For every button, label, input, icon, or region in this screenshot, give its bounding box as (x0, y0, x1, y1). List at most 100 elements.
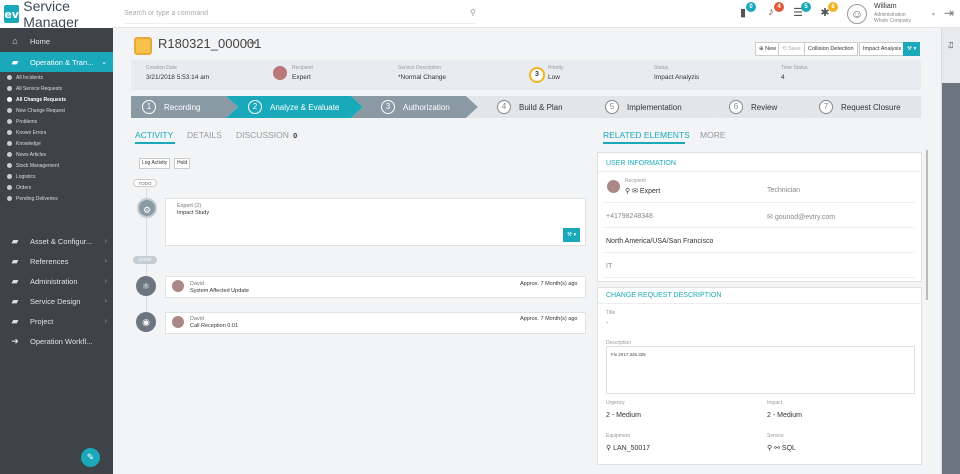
activity-time: Approx. 7 Month(s) ago (520, 316, 578, 322)
new-button[interactable]: ⊕ New (755, 42, 781, 56)
bullet-icon (7, 141, 12, 146)
step-label: Analyze & Evaluate (270, 102, 340, 112)
sub-item-known-errors[interactable]: Known Errors (0, 127, 113, 138)
recipient-value[interactable]: ⚲ ✉ Expert (625, 187, 660, 195)
arrow-circle-icon: ➜ (11, 335, 19, 346)
step-analyze-evaluate[interactable]: 2 Analyze & Evaluate (248, 96, 339, 118)
tab-related-elements[interactable]: RELATED ELEMENTS (603, 130, 690, 140)
sub-item-knowledge[interactable]: Knowledge (0, 138, 113, 149)
user-name[interactable]: William (874, 3, 897, 10)
chat-icon[interactable]: ▮ 0 (735, 2, 756, 22)
description-field[interactable]: Fix 2017.326.325 (606, 346, 915, 394)
tab-more[interactable]: MORE (700, 130, 726, 140)
divider (598, 303, 921, 304)
chevron-right-icon: › (104, 297, 107, 305)
step-authorization[interactable]: 3 Authorization (381, 96, 450, 118)
sitemap-icon[interactable]: ⚯ (774, 445, 780, 452)
technician-value: Technician (767, 187, 801, 194)
sub-item-label: All Service Requests (16, 85, 63, 92)
search-icon[interactable]: ⚲ (625, 188, 630, 195)
sidebar-item-home[interactable]: ⌂ Home (0, 31, 113, 51)
step-build-plan[interactable]: 4 Build & Plan (497, 96, 563, 118)
step-number: 4 (497, 100, 511, 114)
done-step-icon: ◉ (136, 312, 156, 332)
activity-author: David (190, 316, 205, 322)
service-value[interactable]: ⚲ ⚯ SQL (767, 444, 796, 452)
tools-dropdown-button[interactable]: ⚒ ▾ (903, 42, 921, 56)
logout-icon[interactable]: ⇥ (944, 6, 954, 20)
command-search-input[interactable]: Search or type a command (124, 4, 476, 24)
tab-active-indicator (135, 142, 175, 144)
sub-item-all-incidents[interactable]: All Incidents (0, 72, 113, 83)
step-recording[interactable]: 1 Recording (142, 96, 200, 118)
activity-title: Call Reception 0.01 (190, 323, 239, 329)
impact-analysis-button[interactable]: Impact Analysis (859, 42, 906, 56)
users-icon[interactable]: ✱ 6 (817, 2, 838, 22)
chevron-right-icon: › (104, 257, 107, 265)
tab-activity[interactable]: ACTIVITY (135, 130, 173, 140)
user-avatar[interactable]: ☺ (847, 4, 867, 24)
sub-item-stock-management[interactable]: Stock Management (0, 160, 113, 171)
bell-icon[interactable]: ♪ 4 (763, 2, 784, 22)
mail-icon[interactable]: ✉ (632, 188, 638, 195)
step-request-closure[interactable]: 7 Request Closure (819, 96, 901, 118)
title-value[interactable]: - (606, 320, 608, 327)
impact-value[interactable]: 2 - Medium (767, 412, 802, 419)
tab-details[interactable]: DETAILS (187, 130, 222, 140)
scrollbar-thumb[interactable] (942, 83, 960, 474)
panel-scrollbar[interactable] (926, 150, 928, 300)
home-icon: ⌂ (12, 36, 18, 46)
sub-item-pending-deliveries[interactable]: Pending Deliveries (0, 193, 113, 204)
user-menu-caret-icon[interactable]: ▾ (932, 11, 935, 18)
sidebar-item-operation[interactable]: ▰ Operation & Tran... ⌄ (0, 52, 113, 72)
time-status-value: 4 (781, 74, 785, 81)
log-activity-button[interactable]: Log Activity (139, 158, 171, 169)
todo-tools-button[interactable]: ⚒ ▾ (563, 228, 581, 242)
tab-discussion[interactable]: DISCUSSION 0 (236, 130, 300, 140)
sub-item-problems[interactable]: Problems (0, 116, 113, 127)
app-logo[interactable]: ev Service Manager (0, 0, 113, 30)
logo-mark: ev (4, 5, 20, 23)
step-review[interactable]: 6 Review (729, 96, 777, 118)
sub-item-logistics[interactable]: Logistics (0, 171, 113, 182)
done-activity-card[interactable] (165, 276, 586, 298)
sub-item-all-change-requests[interactable]: All Change Requests (0, 94, 113, 105)
sidebar-item-references[interactable]: ▰ References › (0, 251, 113, 271)
search-icon[interactable]: ⚲ (470, 8, 476, 17)
sub-item-news-articles[interactable]: News Articles (0, 149, 113, 160)
todo-activity-card[interactable] (165, 198, 586, 246)
sidebar-item-project[interactable]: ▰ Project › (0, 311, 113, 331)
edit-fab-button[interactable]: ✎ (81, 448, 100, 467)
sub-item-all-service-requests[interactable]: All Service Requests (0, 83, 113, 94)
sub-item-label: Problems (16, 118, 38, 125)
sidebar-item-administration[interactable]: ▰ Administration › (0, 271, 113, 291)
sidebar-item-operation-workflow[interactable]: ➜ Operation Workfl... (0, 331, 113, 351)
save-button[interactable]: ⟲ Save (778, 42, 805, 56)
more-options-icon[interactable]: ••• (246, 38, 257, 49)
email-value[interactable]: ✉ gounod@evtry.com (767, 213, 835, 221)
divider (603, 202, 915, 203)
right-scrollbar[interactable]: F3 (941, 28, 960, 474)
bullet-icon (7, 152, 12, 157)
search-icon[interactable]: ⚲ (767, 445, 772, 452)
step-label: Request Closure (841, 102, 901, 112)
urgency-value[interactable]: 2 - Medium (606, 412, 641, 419)
collision-detection-button[interactable]: Collision Detection (804, 42, 858, 56)
sidebar-item-asset[interactable]: ▰ Asset & Configur... › (0, 231, 113, 251)
step-implementation[interactable]: 5 Implementation (605, 96, 682, 118)
sub-item-label: New Change Request (16, 107, 65, 114)
equipment-value[interactable]: ⚲ LAN_50017 (606, 444, 650, 452)
process-steps: 1 Recording 2 Analyze & Evaluate 3 Authoriz… (131, 96, 921, 118)
service-label: Service (767, 433, 784, 439)
search-icon[interactable]: ⚲ (606, 445, 611, 452)
panel-toggle-icon[interactable]: F3 (947, 41, 953, 48)
folder-icon: ▰ (11, 275, 19, 286)
sub-item-orders[interactable]: Orders (0, 182, 113, 193)
list-icon[interactable]: ☰ 5 (790, 2, 811, 22)
sub-item-new-change-request[interactable]: New Change Request (0, 105, 113, 116)
step-number: 3 (381, 100, 395, 114)
recipient-avatar (273, 66, 287, 80)
sidebar-item-service-design[interactable]: ▰ Service Design › (0, 291, 113, 311)
hold-button[interactable]: Hold (174, 158, 191, 169)
sub-item-label: All Change Requests (16, 96, 67, 103)
